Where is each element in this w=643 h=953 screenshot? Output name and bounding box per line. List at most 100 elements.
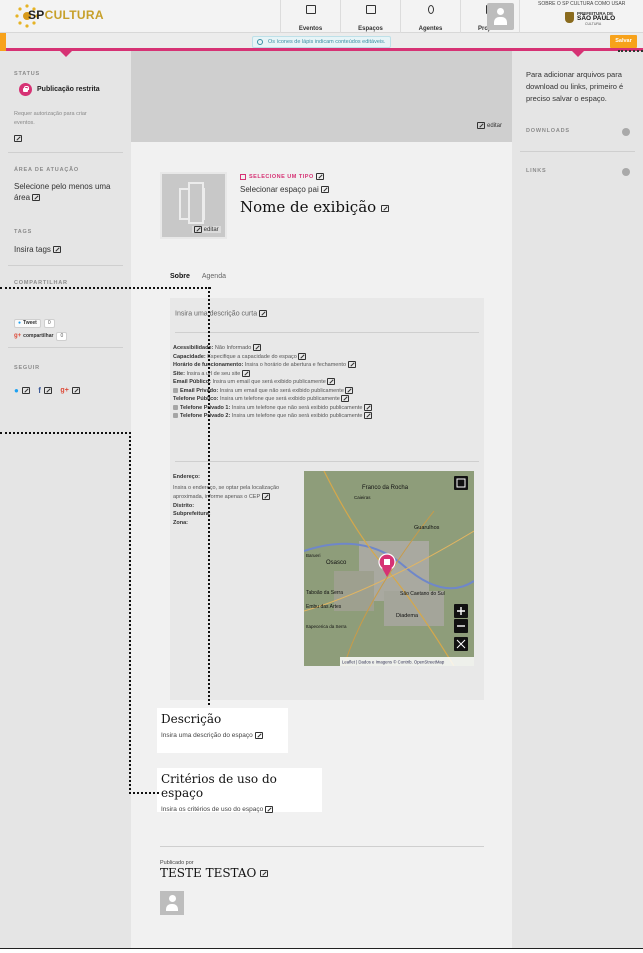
follow-icons: ● f g+ [14,382,80,400]
pencil-icon [327,378,336,386]
pencil-icon[interactable] [71,387,80,395]
map-label: Itapecerica da Serra [306,624,347,629]
map-label: Franco da Rocha [362,485,409,491]
info-panel: Insira uma descrição curta Acessibilidad… [170,298,484,700]
pencil-icon [298,352,307,360]
gplus-share[interactable]: g+ compartilhar 0 [14,324,68,342]
info-icon[interactable] [622,168,630,176]
downloads-title: DOWNLOADS [526,128,570,134]
main-content: editar editar SELECIONE UM TIPO Selecion… [131,51,512,953]
user-avatar[interactable] [487,3,514,30]
facebook-icon[interactable]: f [38,386,41,395]
criteria-text: Insira os critérios de uso do espaço [161,806,264,814]
tags-field[interactable]: Insira tags [14,244,62,255]
map-label: Barueri [306,553,321,558]
divider [8,347,123,348]
fullscreen-button[interactable] [454,476,468,490]
dotted-guide [0,287,211,289]
avatar-edit-label: editar [203,227,219,233]
map-label: Taboão da Serra [306,590,343,596]
lock-icon [173,413,178,419]
info-field-row[interactable]: Telefone Privado 1: Insira um telefone q… [173,403,372,413]
address-field[interactable]: Insira o endereço, se optar pela localiz… [173,484,308,502]
pencil-icon [315,173,324,180]
status-title: STATUS [14,71,40,77]
pencil-icon [320,186,329,194]
twitter-icon[interactable]: ● [14,386,19,395]
nav-espacos[interactable]: Espaços [340,0,400,33]
criteria-field[interactable]: Insira os critérios de uso do espaço [161,806,318,813]
short-desc-text: Insira uma descrição curta [175,310,258,318]
nav-agentes[interactable]: Agentes [400,0,460,33]
nav-eventos[interactable]: Eventos [280,0,340,33]
field-label: Telefone Privado 2: [180,413,231,419]
right-notch [572,51,584,57]
cover-edit-button[interactable]: editar [477,121,502,129]
short-description-field[interactable]: Insira uma descrição curta [175,310,268,318]
address-hint-1: Insira o endereço, se optar pela localiz… [173,484,280,491]
publisher-name-field[interactable]: TESTE TESTAO [160,866,269,880]
description-section: Descrição Insira uma descrição do espaço [157,708,288,753]
zoom-in-button[interactable] [454,604,468,618]
status-badge[interactable]: Publicação restrita [14,83,100,96]
area-field[interactable]: Selecione pelo menos uma área [14,181,111,203]
pencil-icon [194,225,202,233]
pencil-icon[interactable] [21,387,30,395]
cover-image: editar [131,51,512,142]
pencil-icon[interactable] [43,387,52,395]
publisher-avatar[interactable] [160,891,184,915]
prefeitura-logo[interactable]: PREFEITURA DE SÃO PAULO CULTURA [565,11,625,29]
lock-icon [173,387,178,393]
location-map[interactable]: Franco da Rocha Caieiras Guarulhos Osasc… [304,471,474,666]
tab-sobre[interactable]: Sobre [170,273,190,280]
logo-text: CULTURA [44,8,104,22]
google-plus-icon[interactable]: g+ [60,387,68,394]
area-title: ÁREA DE ATUAÇÃO [14,167,79,173]
display-name-field[interactable]: Nome de exibição [240,198,389,216]
building-icon [240,173,246,180]
divider [520,151,635,152]
area-text-1: Selecione pelo menos uma [14,182,111,191]
type-selector[interactable]: SELECIONE UM TIPO [240,173,324,180]
usage-criteria-section: Critérios de uso do espaço Insira os cri… [157,768,322,813]
info-field-row[interactable]: Telefone Público: Insira um telefone que… [173,395,372,404]
sp-cultura-logo[interactable]: SPCULTURA [14,3,124,29]
info-field-row[interactable]: Telefone Privado 2: Insira um telefone q… [173,412,372,421]
save-button[interactable]: Salvar [610,35,637,48]
pencil-icon [477,121,486,129]
space-avatar: editar [160,172,227,239]
map-canvas[interactable]: Franco da Rocha Caieiras Guarulhos Osasc… [304,471,474,666]
info-field-row[interactable]: Email Público: Insira um email que será … [173,378,372,387]
tab-agenda[interactable]: Agenda [202,273,226,280]
field-value: Insira um telefone que não será exibido … [231,413,363,419]
field-value: Especifique a capacidade do espaço [207,353,297,360]
description-field[interactable]: Insira uma descrição do espaço [161,732,284,739]
pref-line-2: SÃO PAULO [577,15,616,22]
info-field-row[interactable]: Horário de funcionamento: Insira o horár… [173,361,372,370]
map-label: Embu das Artes [306,604,342,610]
location-pin-icon [257,39,263,45]
dotted-guide [208,287,210,705]
status-edit[interactable] [14,130,22,148]
pencil-icon [380,204,389,212]
info-field-row[interactable]: Acessibilidade: Não Informado [173,344,372,353]
info-icon[interactable] [622,128,630,136]
zoom-out-button[interactable] [454,619,468,633]
address-block: Endereço: Insira o endereço, se optar pe… [173,473,308,527]
info-field-row[interactable]: Capacidade: Especifique a capacidade do … [173,352,372,362]
dotted-guide [129,792,159,794]
info-field-row[interactable]: Site: Insira a url de seu site [173,369,372,379]
tip-text: Os ícones de lápis indicam conteúdos edi… [268,39,386,45]
top-links[interactable]: SOBRE O SP CULTURA COMO USAR [538,1,625,7]
info-field-row[interactable]: Email Privado: Insira um email que não s… [173,386,372,396]
criteria-title: Critérios de uso do espaço [161,772,277,800]
expand-map-button[interactable] [454,637,468,651]
pencil-icon [345,386,354,394]
parent-space-selector[interactable]: Selecionar espaço pai [240,185,329,194]
status-desc-1: Requer autorização para criar [14,111,87,117]
map-attribution[interactable]: Leaflet | Dados e Imagens © Contrib. Ope… [342,660,445,665]
pencil-icon [265,806,274,813]
avatar-edit-button[interactable]: editar [192,225,221,233]
pencil-icon [14,135,22,143]
divider [160,846,484,847]
